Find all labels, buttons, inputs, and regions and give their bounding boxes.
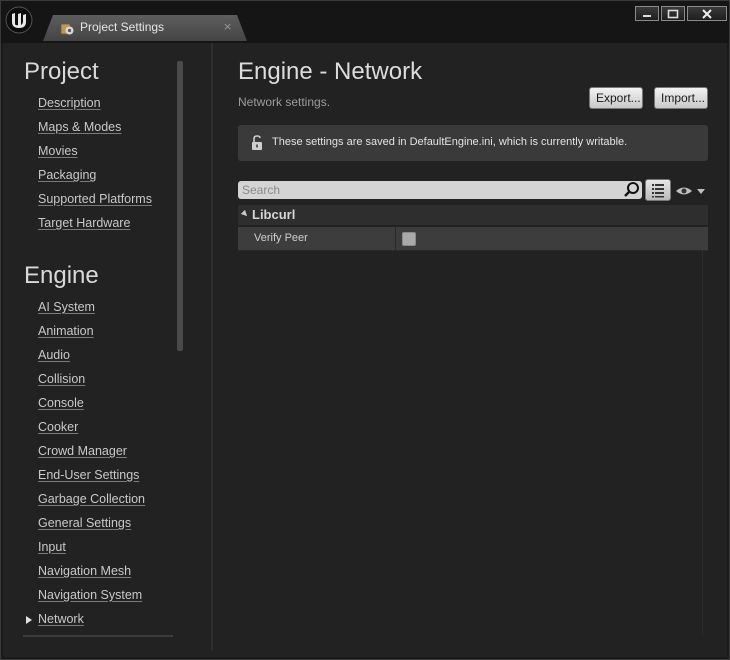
chevron-down-icon bbox=[697, 189, 705, 194]
page-title: Engine - Network bbox=[238, 58, 423, 85]
sidebar-item-navigation-system[interactable]: Navigation System bbox=[38, 588, 142, 602]
section-title-project: Project bbox=[24, 58, 99, 85]
sidebar-item-navigation-mesh[interactable]: Navigation Mesh bbox=[38, 564, 131, 578]
sidebar-item-console[interactable]: Console bbox=[38, 396, 84, 410]
import-button[interactable]: Import... bbox=[654, 87, 708, 109]
sidebar-item-network[interactable]: Network bbox=[38, 612, 84, 626]
sidebar-item-general-settings[interactable]: General Settings bbox=[38, 516, 131, 530]
search-icon[interactable] bbox=[623, 181, 641, 199]
eye-icon[interactable] bbox=[675, 183, 709, 197]
settings-sidebar: Project Description Maps & Modes Movies … bbox=[3, 43, 185, 637]
property-column-splitter[interactable] bbox=[395, 227, 396, 251]
search-input[interactable] bbox=[238, 181, 642, 199]
notice-text: These settings are saved in DefaultEngin… bbox=[272, 136, 628, 148]
expand-arrow-icon[interactable] bbox=[240, 209, 250, 219]
config-notice: These settings are saved in DefaultEngin… bbox=[238, 125, 708, 161]
unlock-icon bbox=[250, 135, 264, 151]
sidebar-item-crowd-manager[interactable]: Crowd Manager bbox=[38, 444, 127, 458]
tab-title: Project Settings bbox=[80, 20, 165, 34]
section-title-engine: Engine bbox=[24, 262, 99, 289]
window-controls bbox=[635, 6, 729, 21]
selected-arrow-icon bbox=[26, 616, 32, 624]
details-edge-line bbox=[702, 251, 703, 635]
sidebar-item-input[interactable]: Input bbox=[38, 540, 66, 554]
sidebar-item-animation[interactable]: Animation bbox=[38, 324, 94, 338]
tab-project-settings[interactable]: Project Settings × bbox=[43, 15, 247, 41]
close-window-icon[interactable] bbox=[687, 6, 727, 21]
sidebar-item-garbage-collection[interactable]: Garbage Collection bbox=[38, 492, 145, 506]
sidebar-item-cooker[interactable]: Cooker bbox=[38, 420, 78, 434]
project-settings-window: Project Settings × Project Description M… bbox=[0, 0, 730, 660]
settings-content: Project Description Maps & Modes Movies … bbox=[3, 43, 727, 657]
sidebar-item-target-hardware[interactable]: Target Hardware bbox=[38, 216, 130, 230]
maximize-icon[interactable] bbox=[661, 6, 685, 21]
verify-peer-checkbox[interactable] bbox=[402, 232, 416, 246]
sidebar-item-movies[interactable]: Movies bbox=[38, 144, 78, 158]
minimize-icon[interactable] bbox=[635, 6, 659, 21]
sidebar-item-collision[interactable]: Collision bbox=[38, 372, 85, 386]
settings-main-panel: Engine - Network Network settings. Expor… bbox=[213, 43, 727, 657]
title-bar[interactable]: Project Settings × bbox=[1, 1, 729, 43]
property-name: Verify Peer bbox=[254, 232, 308, 244]
sidebar-item-packaging[interactable]: Packaging bbox=[38, 168, 96, 182]
sidebar-item-audio[interactable]: Audio bbox=[38, 348, 70, 362]
sidebar-item-ai-system[interactable]: AI System bbox=[38, 300, 95, 314]
settings-gear-icon bbox=[59, 20, 75, 36]
page-subtitle: Network settings. bbox=[238, 95, 331, 109]
close-icon[interactable]: × bbox=[223, 20, 232, 33]
export-button[interactable]: Export... bbox=[589, 87, 643, 109]
sidebar-item-end-user-settings[interactable]: End-User Settings bbox=[38, 468, 139, 482]
list-view-icon[interactable] bbox=[645, 179, 671, 201]
sidebar-item-maps-modes[interactable]: Maps & Modes bbox=[38, 120, 121, 134]
sidebar-scrollbar[interactable] bbox=[177, 61, 183, 351]
unreal-logo-icon bbox=[5, 6, 33, 34]
sidebar-item-description[interactable]: Description bbox=[38, 96, 101, 110]
category-label: Libcurl bbox=[252, 207, 296, 222]
sidebar-bottom-divider bbox=[23, 635, 173, 637]
property-row-verify-peer: Verify Peer bbox=[238, 227, 708, 251]
category-header-libcurl[interactable]: Libcurl bbox=[238, 205, 708, 225]
sidebar-item-supported-platforms[interactable]: Supported Platforms bbox=[38, 192, 152, 206]
